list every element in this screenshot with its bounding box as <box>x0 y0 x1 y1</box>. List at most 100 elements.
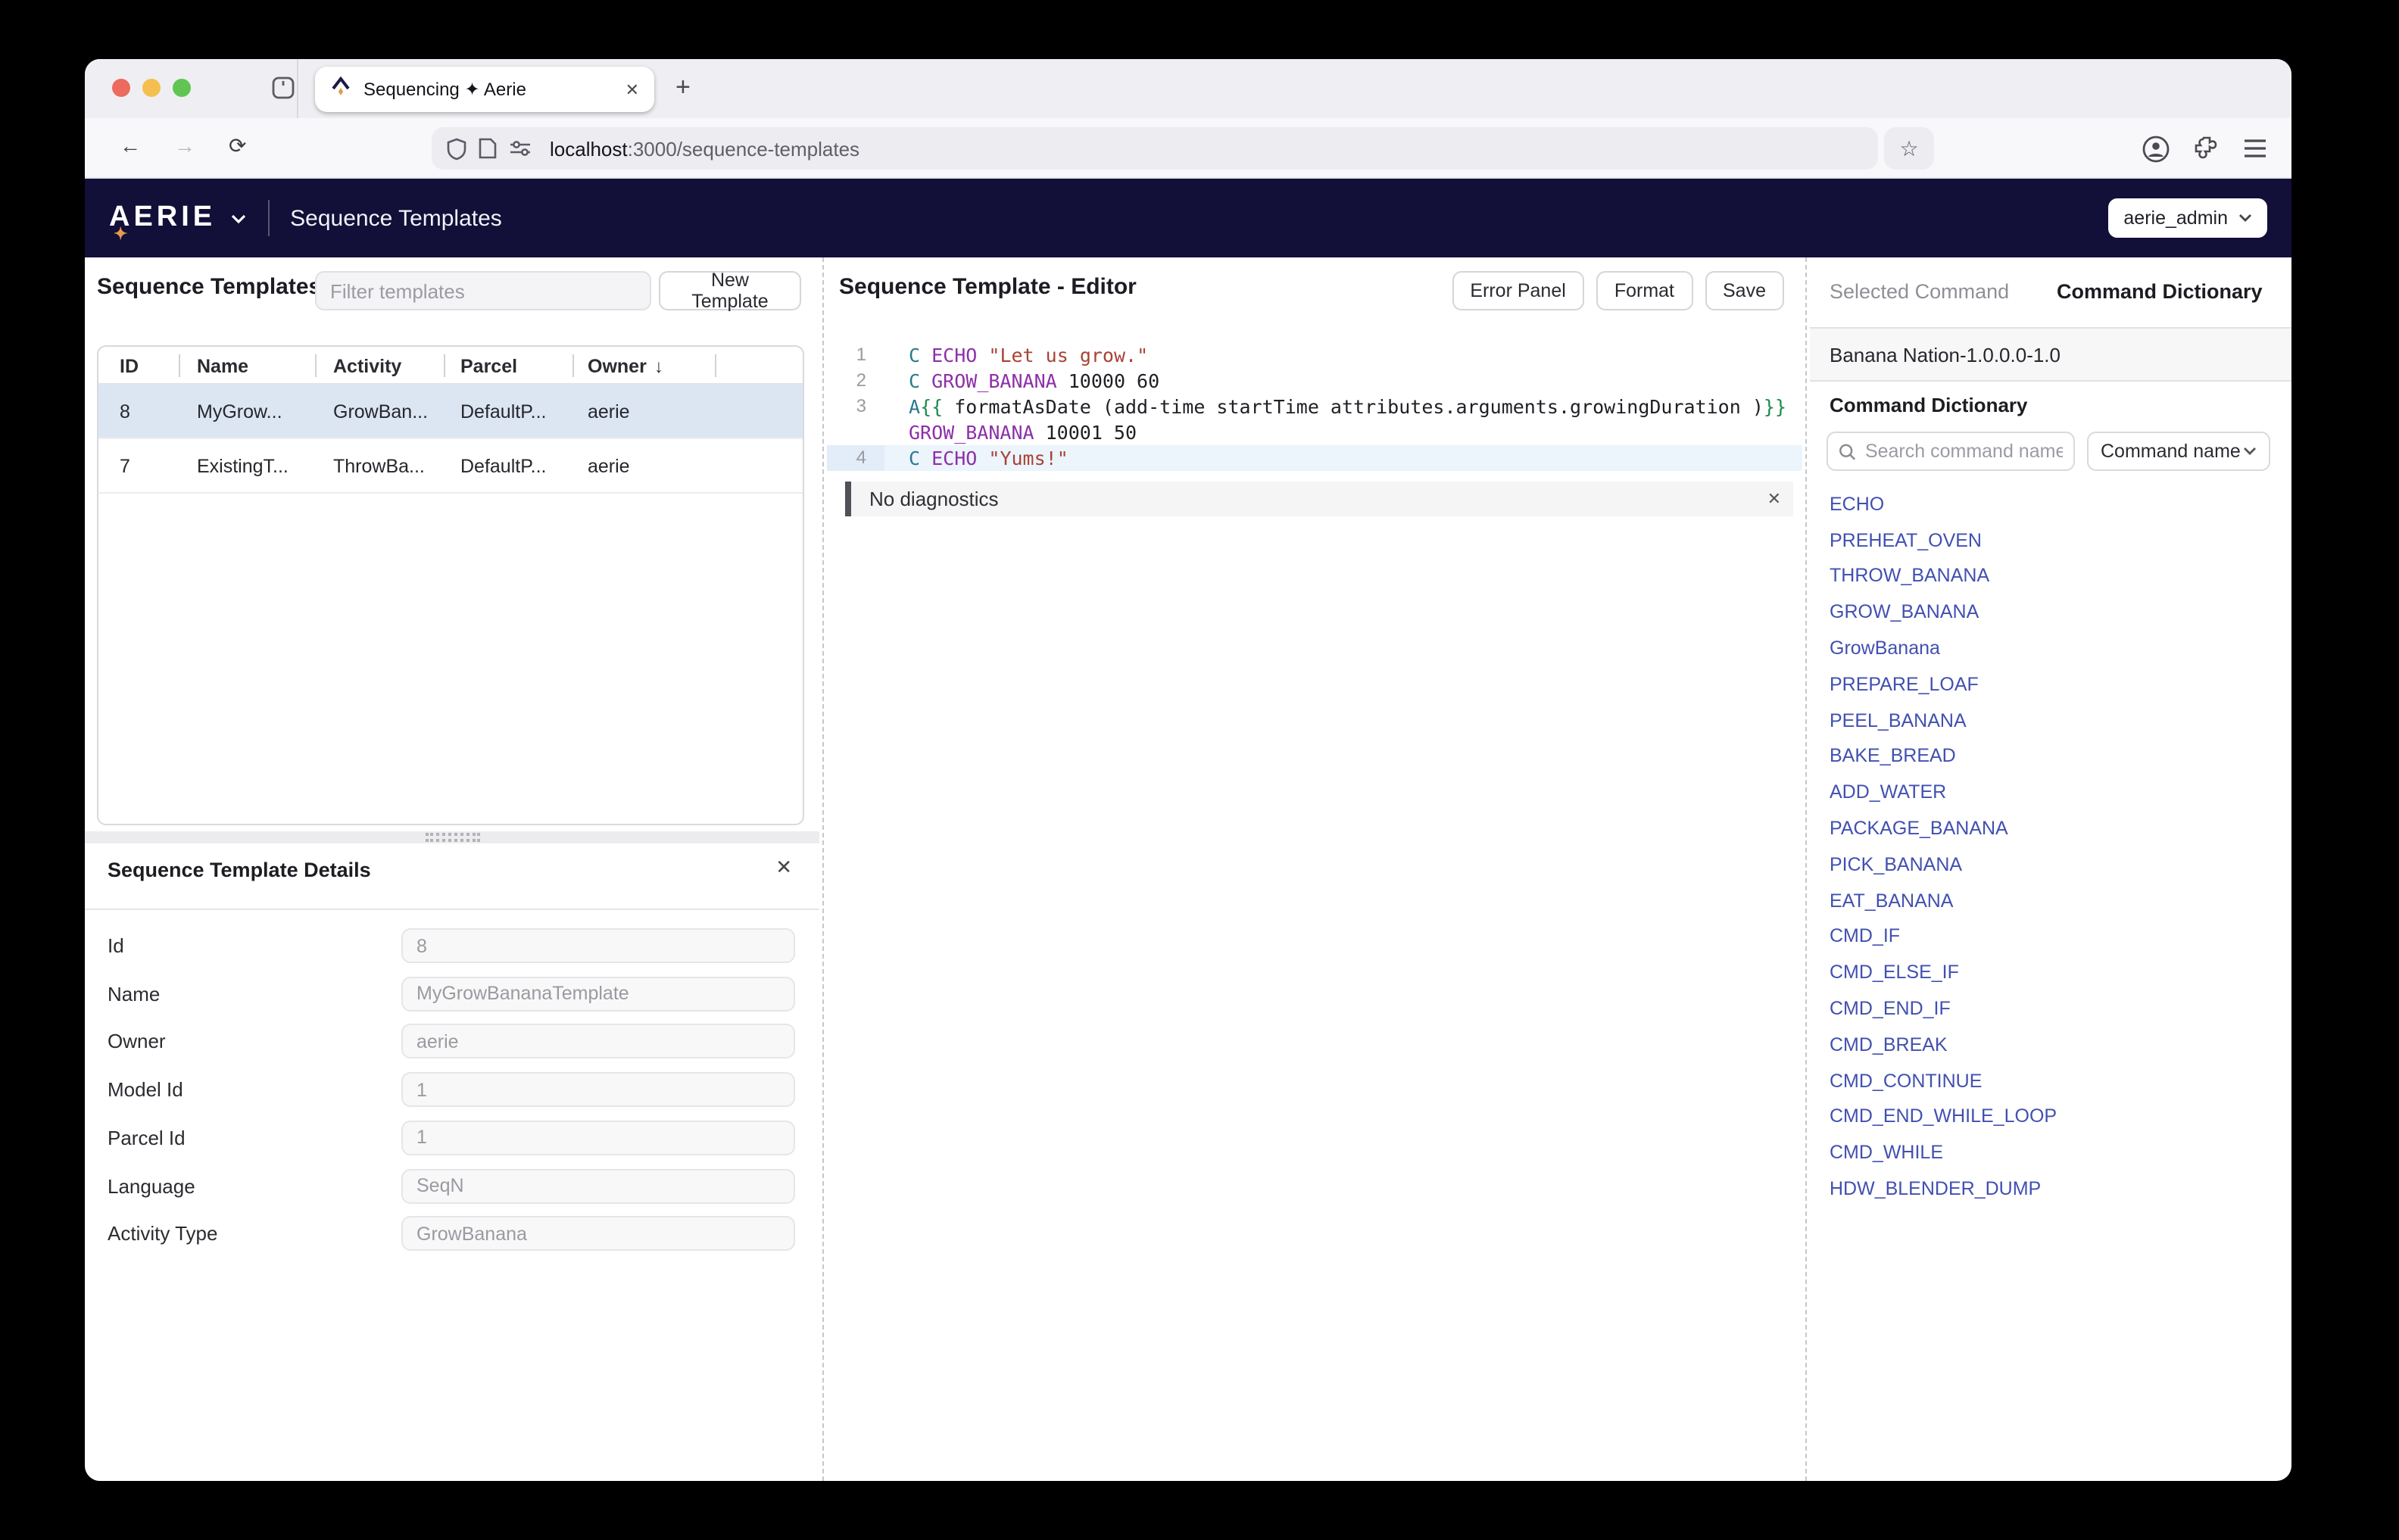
browser-window: Sequencing ✦ Aerie ✕ + ← → ⟳ localhost:3… <box>85 59 2291 1481</box>
tab-close-icon[interactable]: ✕ <box>625 79 639 99</box>
command-item[interactable]: CMD_END_IF <box>1810 990 2291 1027</box>
command-item[interactable]: GROW_BANANA <box>1810 594 2291 631</box>
zoom-window-button[interactable] <box>173 79 191 97</box>
command-item[interactable]: ECHO <box>1810 486 2291 522</box>
user-menu-button[interactable]: aerie_admin <box>2108 198 2267 238</box>
navbar-divider <box>267 200 269 236</box>
reload-button[interactable]: ⟳ <box>229 133 246 159</box>
command-item[interactable]: CMD_WHILE <box>1810 1135 2291 1171</box>
command-item[interactable]: BAKE_BREAD <box>1810 738 2291 775</box>
code-editor[interactable]: 1C ECHO "Let us grow."2C GROW_BANANA 100… <box>827 342 1802 471</box>
cell-name: ExistingT... <box>197 439 289 494</box>
diagnostics-close-icon[interactable]: ✕ <box>1767 489 1781 509</box>
hamburger-menu-icon[interactable] <box>2243 138 2267 159</box>
aerie-logo[interactable]: AERIE✦ <box>109 201 216 235</box>
column-separator <box>572 354 574 377</box>
firefox-view-icon[interactable] <box>270 74 297 109</box>
command-panel-tabs: Selected Command Command Dictionary <box>1810 257 2291 327</box>
new-tab-button[interactable]: + <box>675 71 691 104</box>
table-row[interactable]: 8MyGrow...GrowBan...DefaultP...aerie <box>98 385 803 439</box>
command-item[interactable]: CMD_ELSE_IF <box>1810 955 2291 991</box>
close-window-button[interactable] <box>112 79 130 97</box>
shield-icon <box>447 137 466 160</box>
address-bar[interactable]: localhost:3000/sequence-templates <box>432 127 1878 170</box>
minimize-window-button[interactable] <box>142 79 161 97</box>
diagnostics-bar: No diagnostics ✕ <box>845 482 1793 516</box>
vertical-splitter-left[interactable] <box>819 257 827 1481</box>
app-menu-chevron-down-icon[interactable] <box>229 204 246 232</box>
column-separator <box>315 354 317 377</box>
line-number: 2 <box>827 368 884 394</box>
editor-panel-title: Sequence Template - Editor <box>839 274 1137 300</box>
command-item[interactable]: THROW_BANANA <box>1810 558 2291 594</box>
browser-tab[interactable]: Sequencing ✦ Aerie ✕ <box>315 67 654 112</box>
command-filter-select[interactable]: Command name <box>2087 432 2270 471</box>
column-header-activity[interactable]: Activity <box>333 347 401 385</box>
code-line[interactable]: 2C GROW_BANANA 10000 60 <box>827 368 1802 394</box>
command-item[interactable]: CMD_IF <box>1810 918 2291 955</box>
command-item[interactable]: PEEL_BANANA <box>1810 703 2291 739</box>
templates-panel-title: Sequence Templates <box>97 274 321 300</box>
command-item[interactable]: PACKAGE_BANANA <box>1810 810 2291 846</box>
code-text: C GROW_BANANA 10000 60 <box>884 368 1159 394</box>
cell-parcel: DefaultP... <box>460 385 547 439</box>
error-panel-button[interactable]: Error Panel <box>1452 271 1583 310</box>
command-item[interactable]: PREPARE_LOAF <box>1810 666 2291 703</box>
new-template-button[interactable]: New Template <box>659 271 801 310</box>
command-item[interactable]: EAT_BANANA <box>1810 883 2291 919</box>
templates-table-body: 8MyGrow...GrowBan...DefaultP...aerie7Exi… <box>98 385 803 494</box>
code-line[interactable]: GROW_BANANA 10001 50 <box>827 419 1802 445</box>
sort-desc-icon: ↓ <box>654 355 663 376</box>
format-button[interactable]: Format <box>1596 271 1692 310</box>
vertical-splitter-right[interactable] <box>1802 257 1810 1481</box>
save-button[interactable]: Save <box>1705 271 1784 310</box>
command-item[interactable]: CMD_CONTINUE <box>1810 1063 2291 1099</box>
account-icon[interactable] <box>2142 134 2170 163</box>
horizontal-splitter[interactable] <box>85 831 819 843</box>
column-header-owner[interactable]: Owner↓ <box>588 347 663 385</box>
cell-name: MyGrow... <box>197 385 282 439</box>
detail-label: Language <box>108 1168 195 1203</box>
command-item[interactable]: PICK_BANANA <box>1810 846 2291 883</box>
tab-selected-command[interactable]: Selected Command <box>1830 280 2009 303</box>
code-line[interactable]: 4C ECHO "Yums!" <box>827 445 1802 471</box>
detail-input-activity-type <box>401 1216 795 1251</box>
code-token: 10000 60 <box>1068 369 1159 392</box>
table-row[interactable]: 7ExistingT...ThrowBa...DefaultP...aerie <box>98 439 803 494</box>
command-item[interactable]: CMD_END_WHILE_LOOP <box>1810 1099 2291 1135</box>
back-button[interactable]: ← <box>120 133 141 157</box>
permissions-icon[interactable] <box>509 139 532 157</box>
column-header-parcel[interactable]: Parcel <box>460 347 517 385</box>
details-close-icon[interactable]: ✕ <box>775 856 792 880</box>
app-navbar: AERIE✦ Sequence Templates aerie_admin <box>85 179 2291 257</box>
column-header-id[interactable]: ID <box>120 347 139 385</box>
templates-table-header[interactable]: ID Name Activity Parcel Owner↓ <box>98 347 803 385</box>
code-line[interactable]: 1C ECHO "Let us grow." <box>827 342 1802 368</box>
code-token: }} <box>1764 395 1786 418</box>
line-number: 4 <box>827 445 884 471</box>
bookmark-star-icon[interactable]: ☆ <box>1884 127 1934 170</box>
filter-templates-input[interactable] <box>315 271 651 310</box>
command-item[interactable]: ADD_WATER <box>1810 775 2291 811</box>
tab-command-dictionary[interactable]: Command Dictionary <box>2057 280 2263 303</box>
detail-label: Parcel Id <box>108 1121 186 1155</box>
code-line[interactable]: 3A{{ formatAsDate (add-time startTime at… <box>827 394 1802 419</box>
command-item[interactable]: HDW_BLENDER_DUMP <box>1810 1171 2291 1207</box>
extensions-puzzle-icon[interactable] <box>2193 135 2220 162</box>
line-number <box>827 419 884 445</box>
url-path: :3000/sequence-templates <box>628 137 859 160</box>
code-token: {{ <box>920 395 943 418</box>
command-search-box[interactable] <box>1827 432 2075 471</box>
url-toolbar: ← → ⟳ localhost:3000/sequence-templates … <box>85 118 2291 179</box>
sequence-templates-panel: Sequence Templates New Template ID Name Ac… <box>85 257 819 1481</box>
column-header-name[interactable]: Name <box>197 347 248 385</box>
code-token: C <box>909 369 931 392</box>
command-item[interactable]: CMD_BREAK <box>1810 1027 2291 1063</box>
command-item[interactable]: PREHEAT_OVEN <box>1810 522 2291 559</box>
detail-row: Id <box>85 928 819 963</box>
code-token: 10001 50 <box>1046 421 1137 444</box>
dictionary-name: Banana Nation-1.0.0.0-1.0 <box>1810 327 2291 382</box>
command-item[interactable]: GrowBanana <box>1810 630 2291 666</box>
command-search-input[interactable] <box>1865 441 2063 462</box>
page-title: Sequence Templates <box>290 205 502 231</box>
